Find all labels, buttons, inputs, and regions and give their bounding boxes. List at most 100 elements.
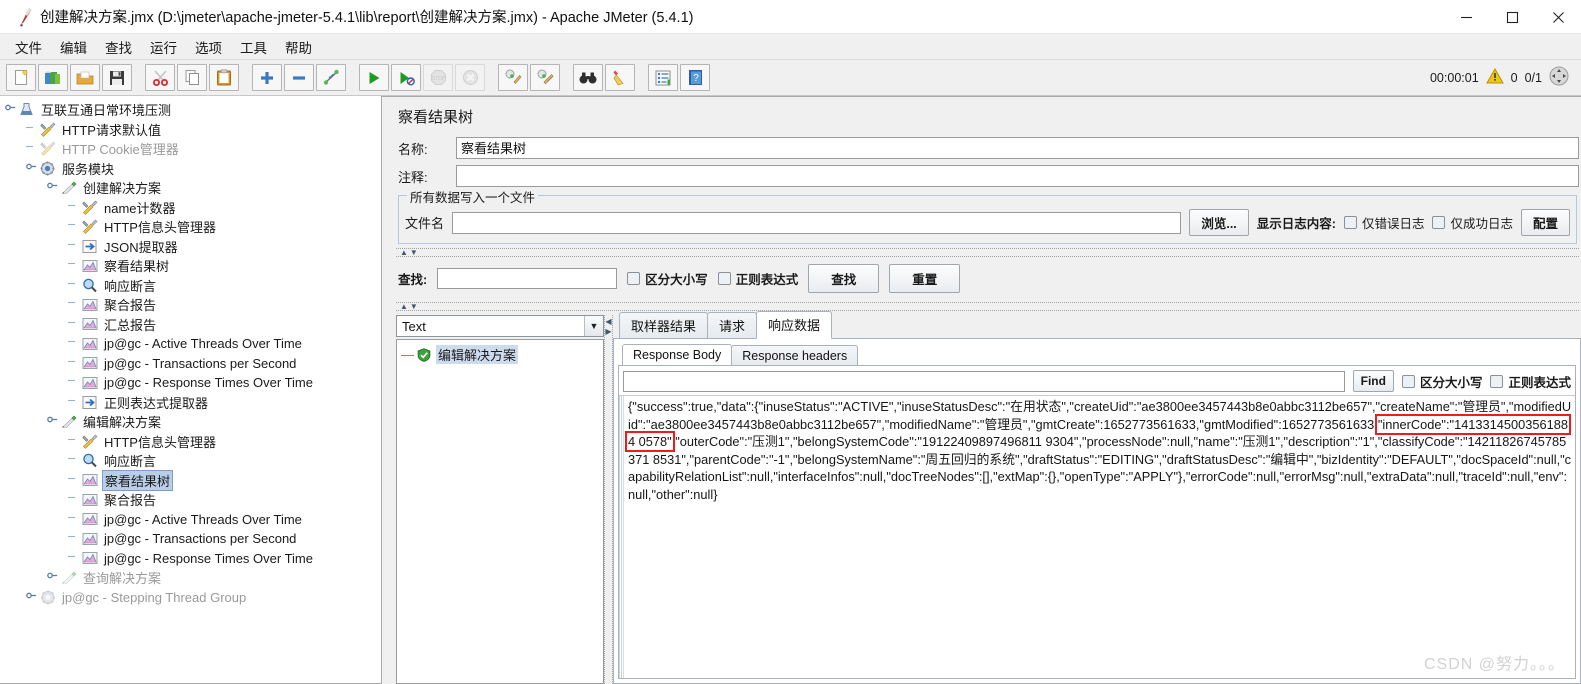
subtab-response-body[interactable]: Response Body [622, 344, 733, 366]
templates-icon[interactable] [38, 64, 68, 91]
tree-node-response-assertion-1[interactable]: 响应断言 [4, 276, 381, 296]
tab-response-data[interactable]: 响应数据 [756, 311, 833, 339]
splitter-left-arrow-icon[interactable]: ◀ [605, 318, 611, 326]
checkbox-box-icon[interactable] [627, 272, 641, 285]
broom-yellow-icon[interactable] [605, 64, 635, 91]
renderer-combo[interactable]: Text ▼ [396, 315, 604, 337]
list-toolbox-icon[interactable] [648, 64, 678, 91]
play-green-icon[interactable] [359, 64, 389, 91]
floppy-save-icon[interactable] [102, 64, 132, 91]
vertical-splitter[interactable]: ◀ ▶ [604, 315, 613, 684]
tree-node-response-times-1[interactable]: jp@gc - Response Times Over Time [4, 373, 381, 393]
menu-edit[interactable]: 编辑 [52, 34, 95, 60]
name-input[interactable]: 察看结果树 [456, 137, 1579, 159]
broom-clear-icon[interactable] [498, 64, 528, 91]
sample-result-item[interactable]: — 编辑解决方案 [401, 345, 599, 365]
filename-input[interactable] [452, 211, 1182, 234]
menu-run[interactable]: 运行 [142, 34, 185, 60]
menu-file[interactable]: 文件 [7, 34, 50, 60]
splitter-up-arrow-icon[interactable]: ▲ [400, 248, 408, 257]
tree-node-summary-report[interactable]: 汇总报告 [4, 315, 381, 335]
sample-result-list[interactable]: — 编辑解决方案 [396, 339, 604, 684]
tree-node-aggregate-report-1[interactable]: 聚合报告 [4, 295, 381, 315]
new-document-icon[interactable] [6, 64, 36, 91]
checkbox-box-icon[interactable] [1343, 216, 1357, 229]
tree-node-regex-extractor[interactable]: 正则表达式提取器 [4, 393, 381, 413]
toggle-pins-icon[interactable] [316, 64, 346, 91]
response-find-button[interactable]: Find [1352, 370, 1394, 392]
checkbox-box-icon[interactable] [1432, 216, 1446, 229]
tree-node-view-results-tree-1[interactable]: 察看结果树 [4, 256, 381, 276]
tab-request[interactable]: 请求 [707, 312, 758, 339]
search-find-button[interactable]: 查找 [808, 264, 880, 293]
test-plan-tree-pane[interactable]: 互联互通日常环境压测 HTTP请求默认值 HTTP Cookie管理器 服务模块 创建解… [0, 96, 382, 684]
tree-node-query-solution[interactable]: 查询解决方案 [4, 568, 381, 588]
tree-node-active-threads-1[interactable]: jp@gc - Active Threads Over Time [4, 334, 381, 354]
minimize-button[interactable] [1443, 0, 1489, 34]
tree-expand-handle-open-icon[interactable] [46, 181, 59, 194]
binoculars-icon[interactable] [573, 64, 603, 91]
tree-node-response-times-2[interactable]: jp@gc - Response Times Over Time [4, 549, 381, 569]
tree-node-aggregate-report-2[interactable]: 聚合报告 [4, 490, 381, 510]
minus-icon[interactable] [284, 64, 314, 91]
success-only-checkbox[interactable]: 仅成功日志 [1432, 213, 1513, 232]
splitter-down-arrow-icon[interactable]: ▼ [410, 302, 418, 311]
tree-expand-handle-closed-icon[interactable] [25, 591, 38, 604]
tree-expand-handle-open-icon[interactable] [25, 162, 38, 175]
tree-node-edit-solution[interactable]: 编辑解决方案 [4, 412, 381, 432]
clipboard-paste-icon[interactable] [209, 64, 239, 91]
checkbox-box-icon[interactable] [1490, 374, 1504, 388]
tree-node-json-extractor[interactable]: JSON提取器 [4, 237, 381, 257]
tree-node-create-solution[interactable]: 创建解决方案 [4, 178, 381, 198]
menu-search[interactable]: 查找 [97, 34, 140, 60]
search-case-sensitive-checkbox[interactable]: 区分大小写 [627, 269, 708, 288]
tree-node-test-plan[interactable]: 互联互通日常环境压测 [4, 100, 381, 120]
copy-icon[interactable] [177, 64, 207, 91]
subtab-response-headers[interactable]: Response headers [731, 345, 859, 366]
checkbox-box-icon[interactable] [717, 272, 731, 285]
play-no-pause-icon[interactable] [391, 64, 421, 91]
plus-icon[interactable] [252, 64, 282, 91]
tree-node-http-header-manager-1[interactable]: HTTP信息头管理器 [4, 217, 381, 237]
scissors-icon[interactable] [145, 64, 175, 91]
browse-button[interactable]: 浏览... [1189, 209, 1249, 236]
response-case-sensitive-checkbox[interactable]: 区分大小写 [1401, 372, 1482, 391]
search-input[interactable] [437, 268, 618, 289]
help-book-icon[interactable]: ? [680, 64, 710, 91]
tree-node-view-results-tree-2[interactable]: 察看结果树 [4, 469, 381, 491]
errors-only-checkbox[interactable]: 仅错误日志 [1343, 213, 1424, 232]
tree-node-stepping-thread-group[interactable]: jp@gc - Stepping Thread Group [4, 588, 381, 608]
menu-tools[interactable]: 工具 [232, 34, 275, 60]
chevron-down-icon[interactable]: ▼ [584, 316, 603, 336]
tree-node-http-defaults[interactable]: HTTP请求默认值 [4, 120, 381, 140]
test-plan-tree[interactable]: 互联互通日常环境压测 HTTP请求默认值 HTTP Cookie管理器 服务模块 创建解… [0, 96, 381, 607]
expand-arrows-icon[interactable] [1549, 66, 1569, 89]
splitter-up-arrow-icon[interactable]: ▲ [400, 302, 408, 311]
checkbox-box-icon[interactable] [1401, 374, 1415, 388]
tree-node-active-threads-2[interactable]: jp@gc - Active Threads Over Time [4, 510, 381, 530]
search-reset-button[interactable]: 重置 [889, 264, 961, 293]
menu-help[interactable]: 帮助 [277, 34, 320, 60]
splitter-right-arrow-icon[interactable]: ▶ [605, 328, 611, 336]
horizontal-splitter[interactable]: ▲ ▼ [396, 248, 1579, 257]
comment-input[interactable] [456, 165, 1579, 187]
tree-node-http-header-manager-2[interactable]: HTTP信息头管理器 [4, 432, 381, 452]
tree-handle[interactable]: — [401, 347, 414, 362]
tree-expand-handle-open-icon[interactable] [46, 415, 59, 428]
tree-expand-handle-open-icon[interactable] [4, 103, 17, 116]
tree-node-name-counter[interactable]: name计数器 [4, 198, 381, 218]
tree-node-tps-2[interactable]: jp@gc - Transactions per Second [4, 529, 381, 549]
tab-sampler-result[interactable]: 取样器结果 [619, 312, 709, 339]
close-button[interactable] [1535, 0, 1581, 34]
tree-expand-handle-closed-icon[interactable] [46, 571, 59, 584]
maximize-button[interactable] [1489, 0, 1535, 34]
tree-node-response-assertion-2[interactable]: 响应断言 [4, 451, 381, 471]
splitter-down-arrow-icon[interactable]: ▼ [410, 248, 418, 257]
search-regex-checkbox[interactable]: 正则表达式 [717, 269, 798, 288]
open-folder-icon[interactable] [70, 64, 100, 91]
horizontal-splitter-2[interactable]: ▲ ▼ [396, 302, 1579, 311]
tree-node-tps-1[interactable]: jp@gc - Transactions per Second [4, 354, 381, 374]
menu-options[interactable]: 选项 [187, 34, 230, 60]
response-find-input[interactable] [623, 370, 1345, 392]
response-regex-checkbox[interactable]: 正则表达式 [1490, 372, 1571, 391]
